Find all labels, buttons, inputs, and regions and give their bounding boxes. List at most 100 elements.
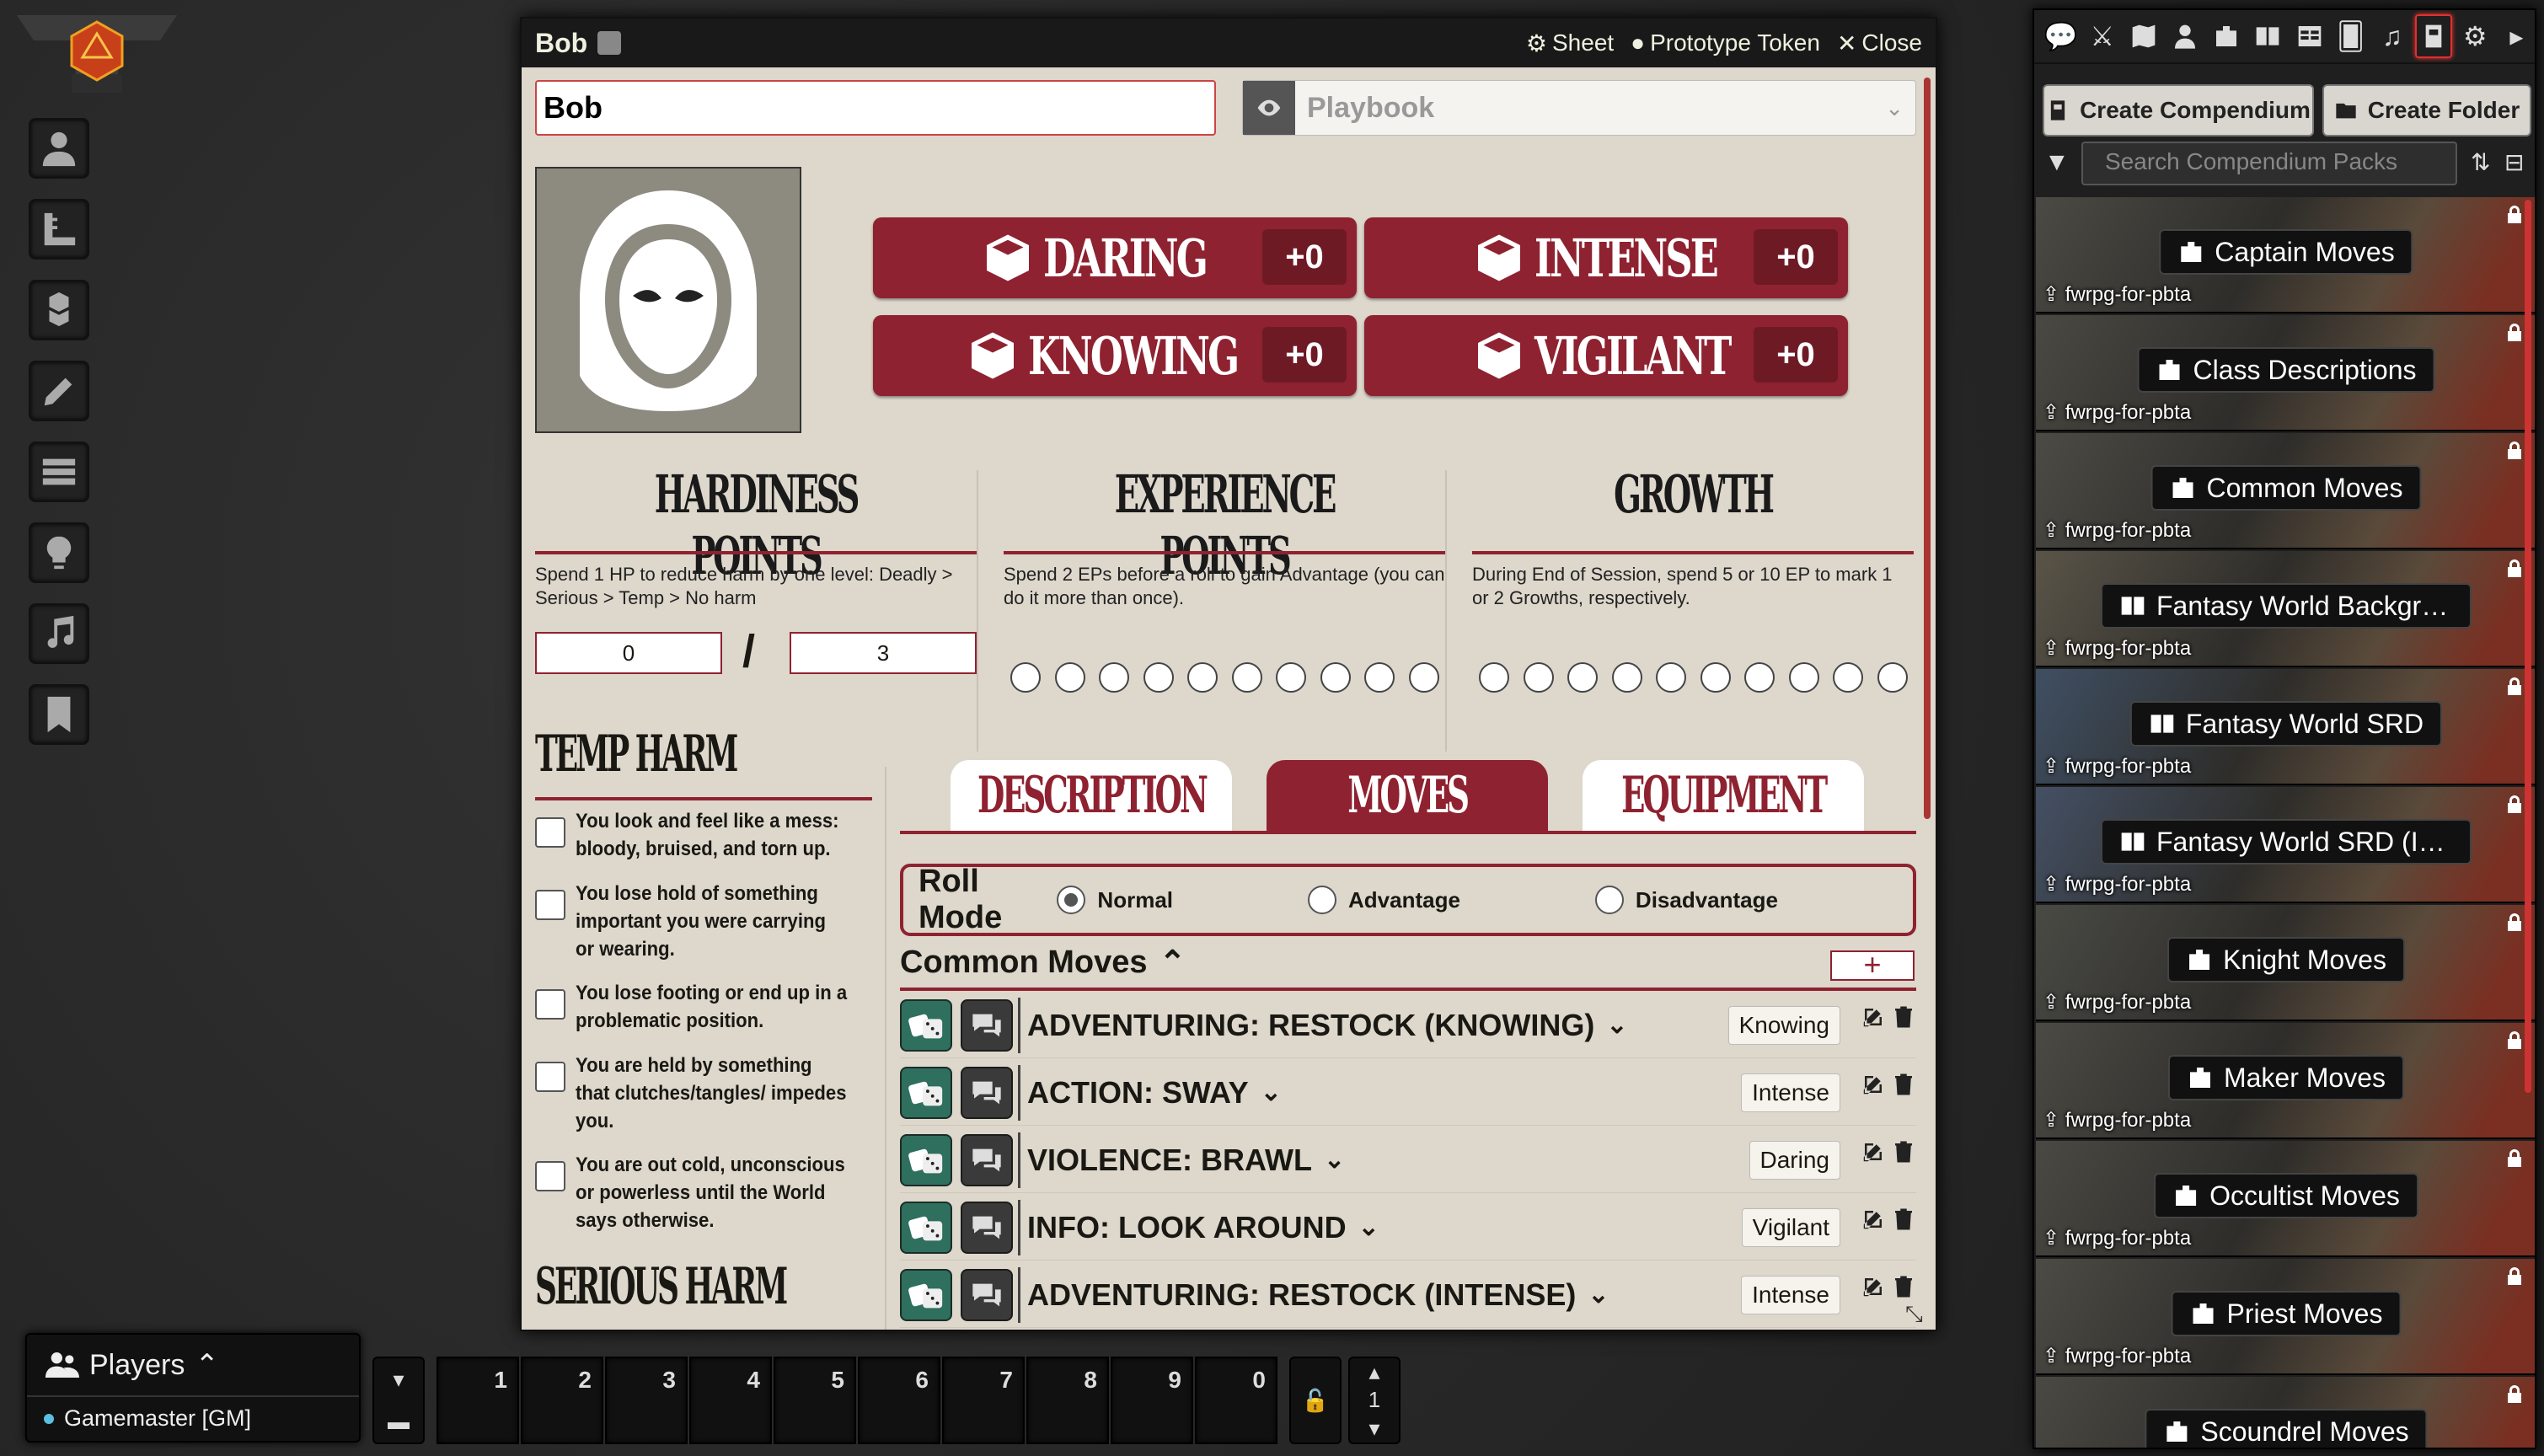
chevron-up-icon[interactable]: ⌃ [1159,944,1186,982]
search-input[interactable]: Search Compendium Packs [2081,142,2457,185]
checkbox-circle[interactable] [1479,662,1509,693]
walls-control-icon[interactable] [29,442,89,502]
create-compendium-button[interactable]: Create Compendium [2043,84,2314,136]
cards-tab-icon[interactable]: 🂠 [2332,14,2369,58]
close-button[interactable]: ✕ Close [1837,29,1922,57]
checkbox[interactable] [535,890,565,920]
checkbox-circle[interactable] [1143,662,1174,693]
compendium-pack[interactable]: Captain Moves ⇪ fwrpg-for-pbta [2036,197,2535,313]
player-entry[interactable]: Gamemaster [GM] [27,1397,359,1440]
checkbox-circle[interactable] [1054,662,1085,693]
pack-title[interactable]: Fantasy World SRD (ITA) [2101,819,2472,864]
chevron-down-icon[interactable]: ⌄ [1588,1280,1609,1309]
macro-slot[interactable]: 9 [1111,1357,1193,1444]
chat-message-icon[interactable] [961,998,1013,1052]
drawing-control-icon[interactable] [29,361,89,421]
edit-icon[interactable] [1861,1207,1886,1232]
chat-message-icon[interactable] [961,1066,1013,1119]
move-name[interactable]: ADVENTURING: RESTOCK (KNOWING) ⌄ [1027,1008,1728,1043]
trash-icon[interactable] [1891,1072,1916,1097]
checkbox-circle[interactable] [1276,662,1306,693]
radio[interactable] [1594,886,1624,914]
dice-roll-icon[interactable] [900,1133,952,1186]
temp-harm-item[interactable]: You are out cold, unconscious or powerle… [535,1151,872,1234]
prototype-token-button[interactable]: ● Prototype Token [1631,29,1820,57]
compendium-pack[interactable]: Maker Moves ⇪ fwrpg-for-pbta [2036,1023,2535,1139]
folder-icon[interactable]: ▬ [388,1409,410,1435]
measure-control-icon[interactable] [29,199,89,260]
settings-tab-icon[interactable]: ⚙ [2457,14,2493,58]
macro-slot[interactable]: 4 [689,1357,772,1444]
macro-slot[interactable]: 2 [521,1357,603,1444]
character-name-input[interactable] [535,80,1216,136]
edit-icon[interactable] [1861,1072,1886,1097]
compendium-pack[interactable]: Fantasy World SRD ⇪ fwrpg-for-pbta [2036,669,2535,785]
checkbox-circle[interactable] [1877,662,1908,693]
checkbox-circle[interactable] [1744,662,1775,693]
notes-control-icon[interactable] [29,684,89,745]
token-control-icon[interactable] [29,118,89,179]
moves-group-header[interactable]: Common Moves ⌃ [900,944,1186,982]
items-tab-icon[interactable] [2209,14,2245,58]
scrollbar[interactable] [1924,78,1931,819]
checkbox-circle[interactable] [1364,662,1395,693]
foundry-logo[interactable] [17,15,177,99]
stat-daring-button[interactable]: Daring +0 [873,217,1357,298]
compendium-pack[interactable]: Priest Moves ⇪ fwrpg-for-pbta [2036,1259,2535,1375]
tables-tab-icon[interactable] [2291,14,2327,58]
lock-hotbar-button[interactable]: 🔓 [1289,1357,1342,1444]
chat-message-icon[interactable] [961,1133,1013,1186]
checkbox-circle[interactable] [1408,662,1439,693]
checkbox[interactable] [535,1161,565,1191]
tab-moves[interactable]: Moves [1267,760,1548,831]
move-name[interactable]: ADVENTURING: RESTOCK (INTENSE) ⌄ [1027,1277,1741,1313]
id-card-icon[interactable] [597,31,622,55]
pack-title[interactable]: Fantasy World SRD [2129,701,2443,747]
collapse-folders-icon[interactable]: ⊟ [2504,148,2524,176]
trash-icon[interactable] [1891,1004,1916,1030]
dice-roll-icon[interactable] [900,998,952,1052]
pack-title[interactable]: Fantasy World Backgrou… [2101,583,2472,629]
hardiness-max-input[interactable]: 3 [790,632,977,674]
pack-title[interactable]: Maker Moves [2167,1055,2405,1100]
lighting-control-icon[interactable] [29,522,89,583]
actors-tab-icon[interactable] [2166,14,2203,58]
compendium-pack[interactable]: Fantasy World SRD (ITA) ⇪ fwrpg-for-pbta [2036,787,2535,903]
compendium-pack[interactable]: Occultist Moves ⇪ fwrpg-for-pbta [2036,1141,2535,1257]
scenes-tab-icon[interactable] [2125,14,2161,58]
collapse-sidebar-icon[interactable]: ▸ [2498,14,2535,58]
compendium-tab-icon[interactable] [2415,14,2452,58]
pack-title[interactable]: Occultist Moves [2154,1173,2418,1218]
journal-tab-icon[interactable] [2250,14,2286,58]
macro-slot[interactable]: 5 [774,1357,856,1444]
edit-icon[interactable] [1861,1274,1886,1299]
compendium-pack[interactable]: Common Moves ⇪ fwrpg-for-pbta [2036,433,2535,549]
chevron-down-icon[interactable]: ⌄ [1358,1212,1379,1242]
checkbox[interactable] [535,1062,565,1092]
playbook-select[interactable]: Playbook ⌄ [1242,80,1916,136]
roll-mode-disadvantage[interactable]: Disadvantage [1594,886,1778,914]
compendium-pack[interactable]: Fantasy World Backgrou… ⇪ fwrpg-for-pbta [2036,551,2535,667]
add-move-button[interactable]: + [1830,950,1915,981]
pack-title[interactable]: Priest Moves [2171,1291,2402,1336]
edit-icon[interactable] [1861,1139,1886,1164]
sound-control-icon[interactable] [29,603,89,664]
checkbox-circle[interactable] [1788,662,1819,693]
chat-message-icon[interactable] [961,1201,1013,1254]
move-name[interactable]: VIOLENCE: BRAWL ⌄ [1027,1143,1749,1178]
checkbox-circle[interactable] [1187,662,1218,693]
players-header[interactable]: Players ⌃ [27,1335,359,1397]
tab-equipment[interactable]: Equipment [1583,760,1864,831]
macro-slot[interactable]: 7 [942,1357,1025,1444]
checkbox[interactable] [535,989,565,1020]
dice-roll-icon[interactable] [900,1201,952,1254]
checkbox-circle[interactable] [1320,662,1351,693]
stat-knowing-button[interactable]: Knowing +0 [873,315,1357,396]
trash-icon[interactable] [1891,1207,1916,1232]
checkbox-circle[interactable] [1231,662,1262,693]
filter-icon[interactable]: ▼ [2044,148,2070,177]
pack-title[interactable]: Captain Moves [2159,229,2413,275]
roll-mode-advantage[interactable]: Advantage [1308,886,1460,914]
macro-slot[interactable]: 3 [605,1357,688,1444]
caret-down-icon[interactable]: ▾ [393,1367,404,1393]
